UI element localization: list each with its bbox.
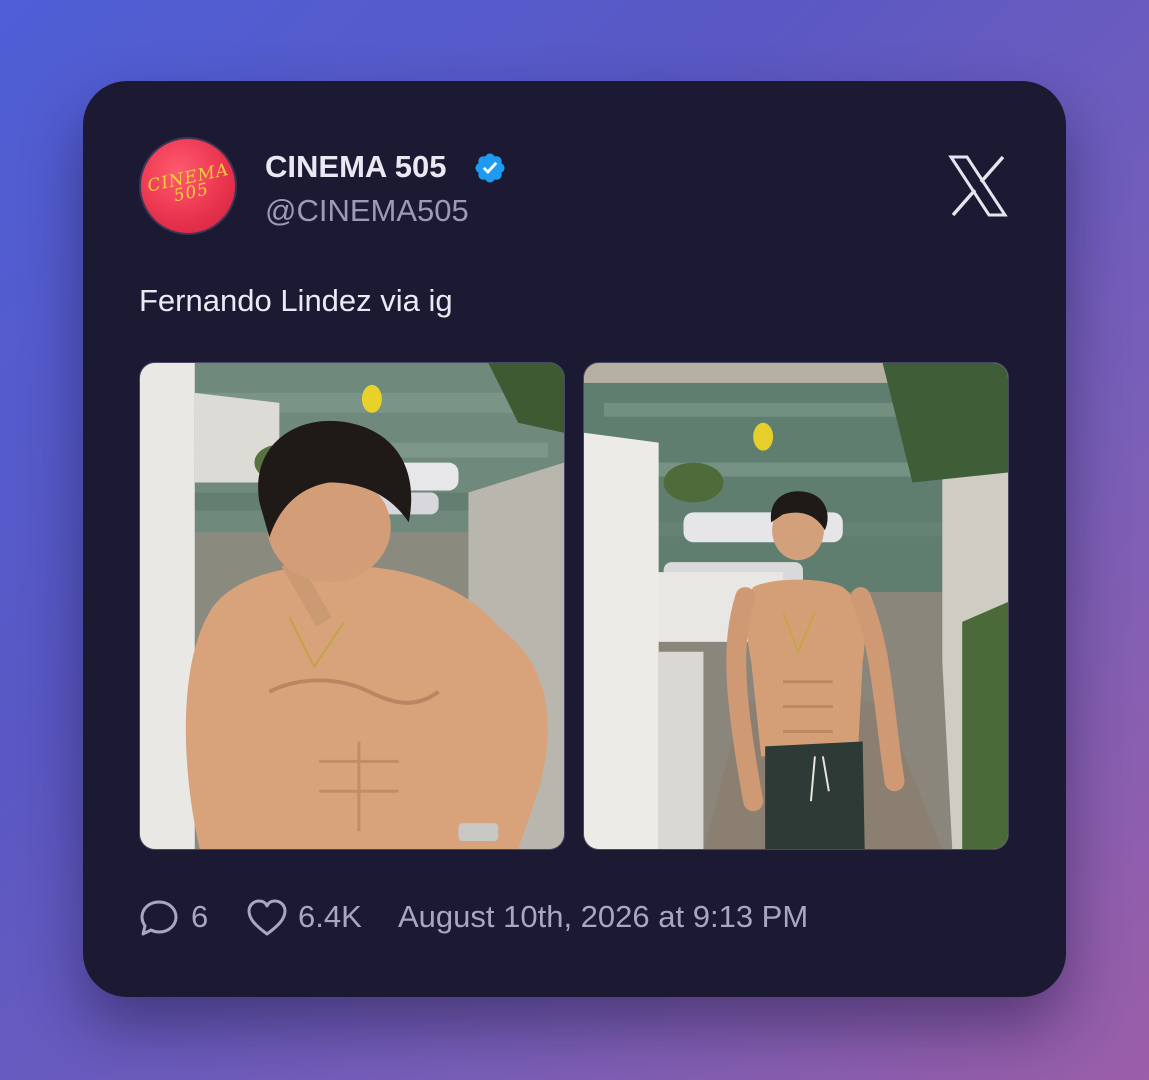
photo-man-on-stairs-fullbody: [584, 363, 1008, 849]
x-logo-icon[interactable]: [947, 155, 1009, 217]
photo-man-by-water-closeup: [140, 363, 564, 849]
tweet-card: CINEMA 505 CINEMA 505 @CINEMA505 Fernand…: [83, 81, 1066, 997]
tweet-timestamp[interactable]: August 10th, 2026 at 9:13 PM: [398, 895, 808, 939]
heart-icon: [247, 899, 287, 936]
avatar-logo-text: CINEMA 505: [145, 159, 231, 207]
author-handle[interactable]: @CINEMA505: [265, 193, 469, 229]
author-display-name[interactable]: CINEMA 505: [265, 149, 446, 185]
verified-badge-icon: [475, 153, 505, 183]
like-count: 6.4K: [298, 899, 362, 934]
avatar[interactable]: CINEMA 505: [139, 137, 237, 235]
tweet-photo-1[interactable]: [139, 362, 565, 850]
comment-bubble-icon: [140, 900, 178, 936]
tweet-photo-2[interactable]: [583, 362, 1009, 850]
tweet-text: Fernando Lindez via ig: [139, 283, 453, 318]
reply-count: 6: [191, 899, 209, 934]
